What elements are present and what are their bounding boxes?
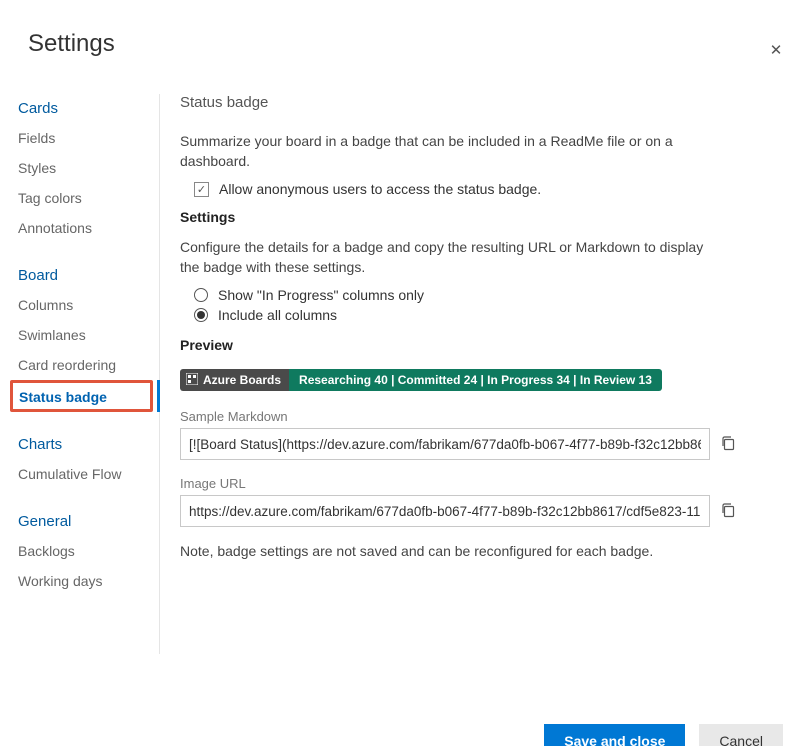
badge-brand: Azure Boards xyxy=(180,369,289,391)
radio-icon[interactable] xyxy=(194,308,208,322)
sidebar-item-swimlanes[interactable]: Swimlanes xyxy=(12,320,159,350)
radio-label: Show "In Progress" columns only xyxy=(218,287,424,303)
page-heading: Status badge xyxy=(180,94,785,111)
radio-label: Include all columns xyxy=(218,307,337,323)
sidebar-group-cards: Cards xyxy=(12,94,159,123)
radio-icon[interactable] xyxy=(194,288,208,302)
copy-icon[interactable] xyxy=(720,435,738,453)
sidebar-group-charts: Charts xyxy=(12,430,159,459)
checkbox-icon[interactable]: ✓ xyxy=(194,182,209,197)
dialog-body: Cards Fields Styles Tag colors Annotatio… xyxy=(0,94,801,654)
sidebar-item-annotations[interactable]: Annotations xyxy=(12,213,159,243)
settings-desc: Configure the details for a badge and co… xyxy=(180,237,720,277)
sidebar-item-cumulative-flow[interactable]: Cumulative Flow xyxy=(12,459,159,489)
selection-indicator xyxy=(157,380,160,412)
sidebar-item-working-days[interactable]: Working days xyxy=(12,566,159,596)
copy-icon[interactable] xyxy=(720,502,738,520)
sidebar-item-tag-colors[interactable]: Tag colors xyxy=(12,183,159,213)
imageurl-input[interactable] xyxy=(180,495,710,527)
sidebar-item-fields[interactable]: Fields xyxy=(12,123,159,153)
badge-brand-text: Azure Boards xyxy=(203,373,281,387)
markdown-input[interactable] xyxy=(180,428,710,460)
settings-sidebar: Cards Fields Styles Tag colors Annotatio… xyxy=(0,94,160,654)
column-radio-group: Show "In Progress" columns only Include … xyxy=(194,287,785,323)
badge-status-text: Researching 40 | Committed 24 | In Progr… xyxy=(289,369,662,391)
sidebar-item-styles[interactable]: Styles xyxy=(12,153,159,183)
settings-subheading: Settings xyxy=(180,209,785,225)
dialog-footer: Save and close Cancel xyxy=(544,724,783,746)
markdown-label: Sample Markdown xyxy=(180,409,785,424)
close-icon[interactable]: ✕ xyxy=(767,44,785,62)
save-button[interactable]: Save and close xyxy=(544,724,685,746)
sidebar-group-general: General xyxy=(12,507,159,536)
azure-boards-icon xyxy=(186,373,198,388)
preview-heading: Preview xyxy=(180,337,785,353)
settings-note: Note, badge settings are not saved and c… xyxy=(180,543,785,559)
radio-in-progress-only[interactable]: Show "In Progress" columns only xyxy=(194,287,785,303)
sidebar-item-card-reordering[interactable]: Card reordering xyxy=(12,350,159,380)
status-badge-preview: Azure Boards Researching 40 | Committed … xyxy=(180,369,662,391)
settings-content: Status badge Summarize your board in a b… xyxy=(160,94,801,654)
allow-anonymous-label: Allow anonymous users to access the stat… xyxy=(219,181,541,197)
radio-include-all[interactable]: Include all columns xyxy=(194,307,785,323)
sidebar-item-highlight: Status badge xyxy=(10,380,153,412)
cancel-button[interactable]: Cancel xyxy=(699,724,783,746)
settings-dialog: ✕ Settings Cards Fields Styles Tag color… xyxy=(0,30,801,746)
imageurl-label: Image URL xyxy=(180,476,785,491)
sidebar-item-backlogs[interactable]: Backlogs xyxy=(12,536,159,566)
sidebar-item-status-badge[interactable]: Status badge xyxy=(17,387,146,407)
sidebar-group-board: Board xyxy=(12,261,159,290)
sidebar-item-columns[interactable]: Columns xyxy=(12,290,159,320)
dialog-title: Settings xyxy=(28,30,801,58)
allow-anonymous-row[interactable]: ✓ Allow anonymous users to access the st… xyxy=(194,181,785,197)
intro-text: Summarize your board in a badge that can… xyxy=(180,131,720,171)
